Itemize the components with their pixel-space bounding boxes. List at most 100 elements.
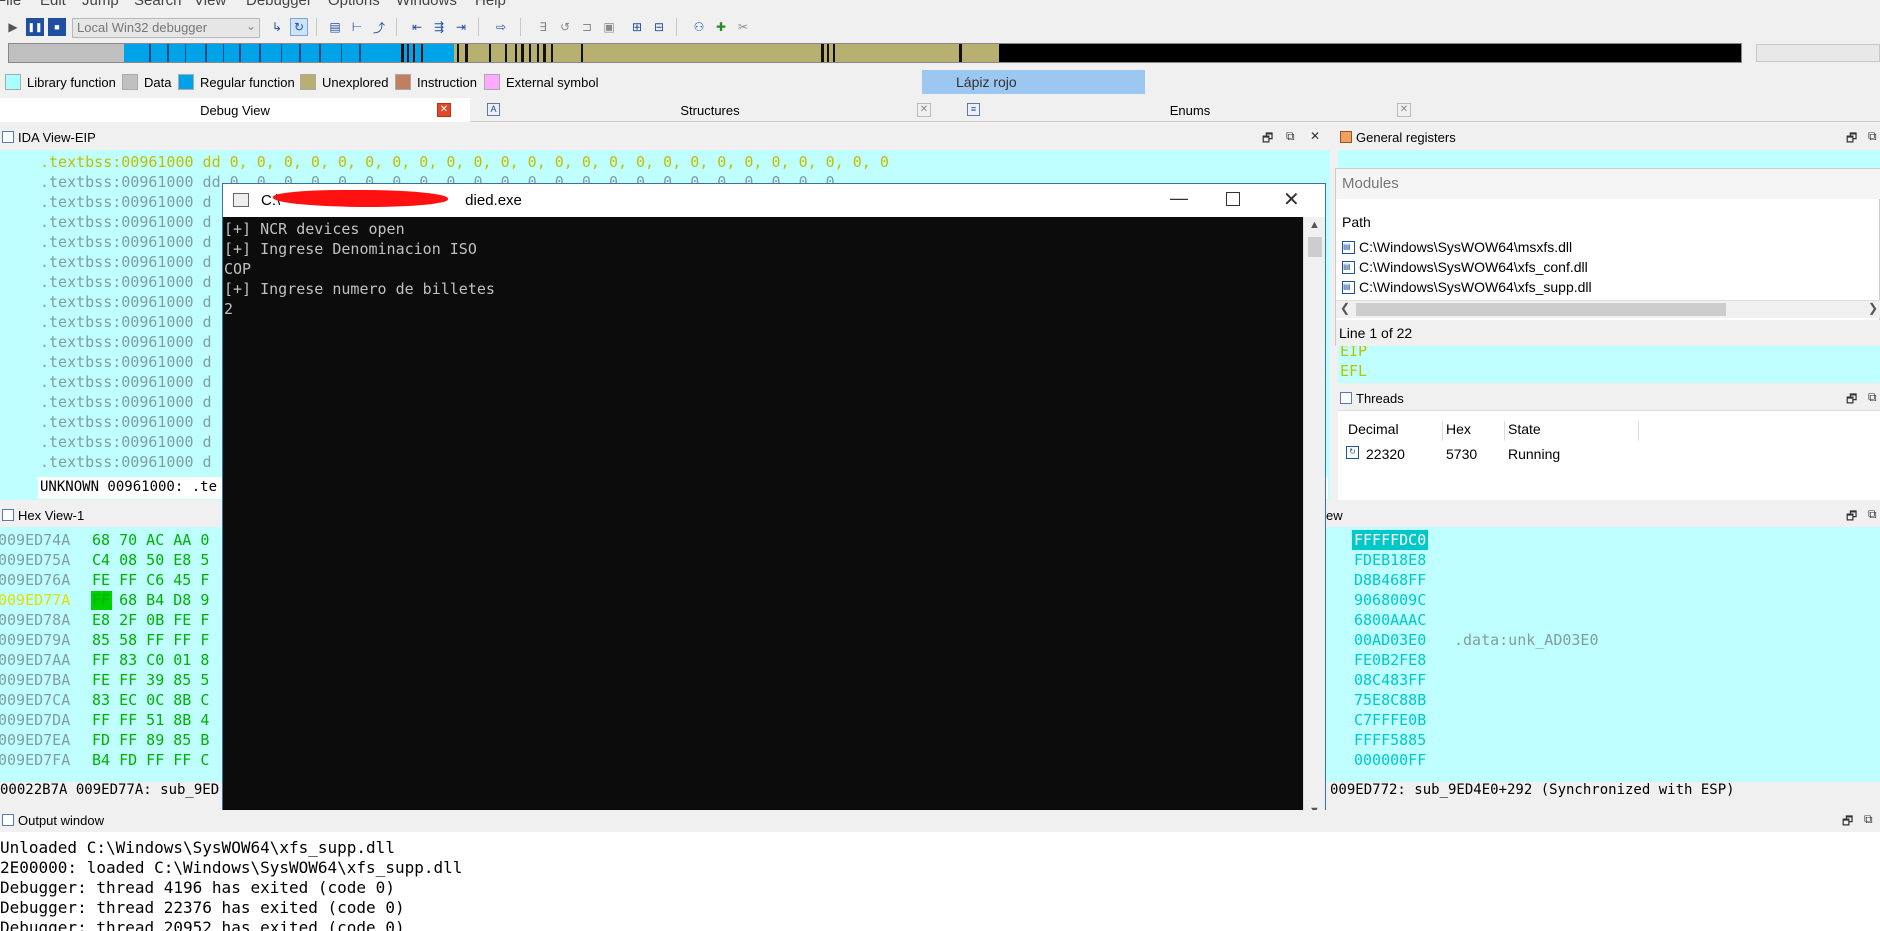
debugger-select[interactable]: Local Win32 debugger ⌄ — [72, 18, 260, 38]
close-icon[interactable]: ✕ — [1283, 187, 1300, 212]
tab-debug-view[interactable]: Debug View — [0, 98, 470, 122]
tab-structures[interactable]: Structures — [475, 98, 945, 122]
modules-hscrollbar[interactable]: ❮ ❯ — [1336, 300, 1880, 318]
threads-column-decimal[interactable]: Decimal — [1348, 421, 1399, 437]
remove-breakpoint-icon[interactable]: ✂ — [734, 18, 752, 36]
stop-icon[interactable]: ■ — [48, 18, 66, 36]
highlight-label[interactable]: Lápiz rojo — [922, 70, 1145, 94]
hex-address: 009ED78A — [0, 611, 71, 629]
module-row[interactable]: ▤ C:\Windows\SysWOW64\xfs_supp.dll — [1342, 279, 1592, 295]
add-breakpoint-icon[interactable]: ✚ — [712, 18, 730, 36]
scroll-left-icon[interactable]: ❮ — [1340, 301, 1350, 315]
float-icon[interactable]: ⧉ — [1868, 507, 1877, 522]
play-icon[interactable]: ▶ — [4, 18, 22, 36]
instr-trace-icon[interactable]: ∃ — [534, 18, 552, 36]
close-icon[interactable]: ✕ — [437, 103, 451, 117]
close-icon[interactable]: ✕ — [1397, 103, 1411, 117]
step-out-icon[interactable]: ⇥ — [452, 18, 470, 36]
basic-block-icon[interactable]: ⊐ — [578, 18, 596, 36]
asm-line: .textbss:00961000 d — [40, 353, 212, 371]
close-icon[interactable]: ✕ — [1310, 129, 1320, 143]
hex-address: 009ED74A — [0, 531, 71, 549]
hex-bytes: E8 2F 0B FE F — [92, 611, 210, 629]
menu-jump[interactable]: Jump — [82, 0, 119, 9]
attach-icon[interactable]: ↳ — [268, 18, 286, 36]
maximize-icon[interactable] — [1226, 192, 1240, 206]
stack-value: 75E8C88B — [1354, 691, 1427, 709]
menu-edit[interactable]: Edit — [40, 0, 66, 9]
hex-bytes: FF 68 B4 D8 9 — [92, 591, 210, 609]
output-icon — [2, 814, 14, 826]
module-row[interactable]: ▤ C:\Windows\SysWOW64\msxfs.dll — [1342, 239, 1572, 255]
restore-icon[interactable]: 🗗 — [1846, 129, 1857, 150]
output-window-header: Output window 🗗 ⧉ — [0, 810, 1880, 830]
step-into-icon[interactable]: ⇤ — [408, 18, 426, 36]
float-icon[interactable]: ⧉ — [1864, 812, 1873, 827]
scroll-right-icon[interactable]: ❯ — [1868, 301, 1878, 315]
menu-search[interactable]: Search — [134, 0, 182, 9]
module-row[interactable]: ▤ C:\Windows\SysWOW64\xfs_conf.dll — [1342, 259, 1588, 275]
asm-line: .textbss:00961000 d — [40, 413, 212, 431]
minimize-icon[interactable]: — — [1170, 188, 1188, 209]
stack-view[interactable]: FFFFFDC0 FDEB18E8 D8B468FF 9068009C 6800… — [1326, 527, 1880, 782]
console-titlebar[interactable]: C:\ died.exe — ✕ — [223, 184, 1325, 217]
legend-item: Instruction — [395, 74, 477, 90]
toolbar-separator — [676, 18, 677, 36]
thread-state[interactable]: Running — [1508, 446, 1560, 462]
menu-view[interactable]: View — [194, 0, 226, 9]
module-icon: ▤ — [1342, 280, 1355, 294]
restore-icon[interactable]: 🗗 — [1262, 129, 1273, 150]
modules-column-path[interactable]: Path — [1342, 214, 1371, 230]
scrollbar-thumb[interactable] — [1356, 303, 1726, 316]
menu-help[interactable]: Help — [475, 0, 506, 9]
watch-icon[interactable]: ⊟ — [650, 18, 668, 36]
close-icon[interactable]: ✕ — [917, 103, 931, 117]
step-over-icon[interactable]: ⇶ — [430, 18, 448, 36]
asm-line: .textbss:00961000 d — [40, 253, 212, 271]
menu-file[interactable]: File — [0, 0, 21, 9]
threads-column-state[interactable]: State — [1508, 421, 1541, 437]
asm-line: .textbss:00961000 d — [40, 393, 212, 411]
memory-icon[interactable]: ▤ — [326, 18, 344, 36]
stack-value: 9068009C — [1354, 591, 1427, 609]
column-divider — [1638, 421, 1639, 441]
console-scrollbar[interactable]: ▲ ▼ — [1303, 217, 1325, 823]
toolbar-separator — [316, 18, 317, 36]
menu-debugger[interactable]: Debugger — [246, 0, 312, 9]
threads-column-hex[interactable]: Hex — [1442, 421, 1471, 437]
stack-view-status: 009ED772: sub_9ED4E0+292 (Synchronized w… — [1330, 782, 1880, 800]
restore-icon[interactable]: 🗗 — [1846, 507, 1857, 528]
stack-annotation: .data:unk_AD03E0 — [1454, 631, 1599, 649]
thread-decimal[interactable]: 22320 — [1366, 446, 1405, 462]
scrollbar-thumb[interactable] — [1308, 237, 1322, 257]
pause-icon[interactable]: ❚❚ — [26, 18, 44, 36]
func-trace-icon[interactable]: ↺ — [556, 18, 574, 36]
menu-options[interactable]: Options — [328, 0, 380, 9]
menu-windows[interactable]: Windows — [396, 0, 457, 9]
stack-value: FDEB18E8 — [1354, 551, 1427, 569]
tab-enums[interactable]: Enums — [955, 98, 1425, 122]
refresh-icon[interactable]: ↻ — [290, 18, 308, 36]
output-window[interactable]: Unloaded C:\Windows\SysWOW64\xfs_supp.dl… — [0, 832, 1880, 931]
modules-title: Modules — [1336, 169, 1880, 199]
scroll-up-icon[interactable]: ▲ — [1309, 219, 1320, 231]
navigation-band-overview — [1756, 44, 1880, 62]
thread-hex[interactable]: 5730 — [1442, 446, 1477, 462]
float-icon[interactable]: ⧉ — [1868, 390, 1877, 405]
legend-item: External symbol — [484, 74, 598, 90]
console-app-icon — [233, 193, 249, 207]
float-icon[interactable]: ⧉ — [1286, 129, 1295, 144]
restore-icon[interactable]: 🗗 — [1842, 812, 1853, 833]
run-to-icon[interactable]: ⤴ — [370, 18, 388, 36]
output-line: 2E00000: loaded C:\Windows\SysWOW64\xfs_… — [0, 858, 463, 877]
console-window[interactable]: C:\ died.exe — ✕ [+] NCR devices open [+] … — [222, 183, 1326, 823]
navigation-band[interactable] — [8, 43, 1742, 63]
network-icon[interactable]: ⚇ — [690, 18, 708, 36]
restore-icon[interactable]: 🗗 — [1846, 390, 1857, 411]
breakpoint-list-icon[interactable]: ⊞ — [628, 18, 646, 36]
float-icon[interactable]: ⧉ — [1868, 129, 1877, 144]
trace-window-icon[interactable]: ▣ — [600, 18, 618, 36]
trace-icon[interactable]: ⇨ — [492, 18, 510, 36]
tree-icon[interactable]: ⊢ — [348, 18, 366, 36]
hex-bytes: FF 83 C0 01 8 — [92, 651, 210, 669]
